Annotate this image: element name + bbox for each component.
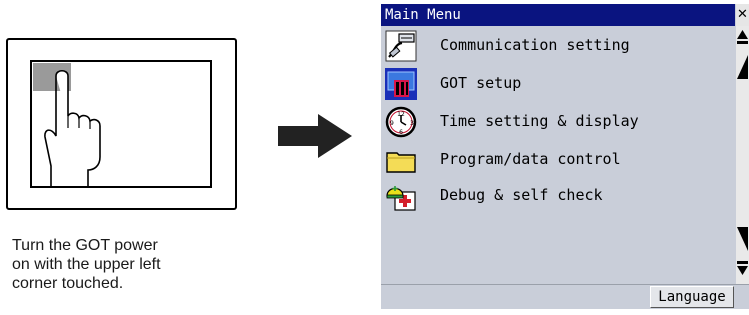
language-button[interactable]: Language bbox=[650, 286, 734, 308]
menu-item-label: Debug & self check bbox=[440, 186, 603, 204]
device-screen bbox=[30, 60, 212, 188]
menu-item-label: Program/data control bbox=[440, 150, 621, 168]
menu-item-debug-self-check[interactable]: Debug & self check bbox=[381, 178, 735, 214]
title-bar: Main Menu bbox=[381, 4, 735, 26]
menu-item-program-data-control[interactable]: Program/data control bbox=[381, 142, 735, 178]
svg-text:6: 6 bbox=[399, 129, 403, 136]
menu-item-communication-setting[interactable]: Communication setting bbox=[381, 28, 735, 64]
main-menu-list: Communication setting GOT setup 12 6 9 3… bbox=[381, 26, 735, 284]
folder-icon bbox=[386, 152, 416, 173]
menu-item-got-setup[interactable]: GOT setup bbox=[381, 66, 735, 102]
close-button[interactable]: ✕ bbox=[736, 4, 749, 26]
menu-item-label: Communication setting bbox=[440, 36, 630, 54]
debug-icon bbox=[386, 186, 416, 211]
scroll-page-up-icon[interactable] bbox=[736, 54, 749, 80]
menu-item-time-setting[interactable]: 12 6 9 3 Time setting & display bbox=[381, 104, 735, 140]
close-icon: ✕ bbox=[737, 6, 748, 21]
main-menu-window: Main Menu ✕ Communication setting GOT se… bbox=[381, 4, 749, 309]
svg-text:3: 3 bbox=[410, 120, 414, 127]
got-device-illustration bbox=[6, 38, 237, 210]
communication-setting-icon bbox=[385, 30, 417, 62]
clock-icon: 12 6 9 3 bbox=[385, 106, 417, 138]
scroll-bottom-icon[interactable] bbox=[736, 258, 749, 280]
instruction-text: Turn the GOT power on with the upper lef… bbox=[12, 237, 161, 292]
right-arrow-icon bbox=[278, 114, 352, 158]
menu-item-label: GOT setup bbox=[440, 74, 522, 92]
scrollbar[interactable] bbox=[736, 26, 749, 284]
window-title: Main Menu bbox=[385, 7, 461, 23]
scroll-top-icon[interactable] bbox=[736, 26, 749, 48]
scroll-page-down-icon[interactable] bbox=[736, 226, 749, 252]
menu-item-label: Time setting & display bbox=[440, 112, 639, 130]
bottom-bar: Language bbox=[381, 284, 749, 309]
pointing-hand-icon bbox=[44, 69, 101, 188]
got-setup-icon bbox=[385, 68, 417, 100]
svg-text:9: 9 bbox=[390, 120, 394, 127]
